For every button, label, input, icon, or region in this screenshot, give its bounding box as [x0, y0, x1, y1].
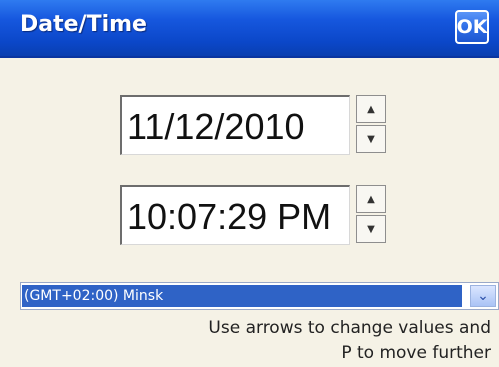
chevron-down-icon: ⌄: [477, 288, 489, 304]
spin-up-icon: ▲: [367, 193, 375, 205]
hint-line-2: P to move further: [341, 343, 491, 363]
hint-line-1: Use arrows to change values and: [208, 318, 491, 338]
time-spin-down-button[interactable]: ▼: [356, 215, 386, 243]
timezone-select[interactable]: (GMT+02:00) Minsk ⌄: [20, 282, 499, 310]
date-spin-down-button[interactable]: ▼: [356, 125, 386, 153]
date-value: 11/12/2010: [127, 106, 305, 147]
date-spin-up-button[interactable]: ▲: [356, 95, 386, 123]
date-time-window: Date/Time OK 11/12/2010 ▲ ▼ 10:07:29 PM …: [0, 0, 499, 367]
ok-button[interactable]: OK: [455, 10, 489, 44]
spin-down-icon: ▼: [367, 223, 375, 235]
time-spinner: ▲ ▼: [356, 185, 386, 245]
time-value: 10:07:29 PM: [127, 196, 332, 237]
title-bar: Date/Time OK: [0, 0, 499, 58]
date-spinner: ▲ ▼: [356, 95, 386, 155]
date-field[interactable]: 11/12/2010: [120, 95, 350, 155]
time-spin-up-button[interactable]: ▲: [356, 185, 386, 213]
timezone-selected-value: (GMT+02:00) Minsk: [22, 285, 462, 307]
hint-text: Use arrows to change values and P to mov…: [111, 316, 491, 366]
spin-up-icon: ▲: [367, 103, 375, 115]
time-field[interactable]: 10:07:29 PM: [120, 185, 350, 245]
spin-down-icon: ▼: [367, 133, 375, 145]
timezone-dropdown-button[interactable]: ⌄: [470, 285, 496, 307]
window-title: Date/Time: [20, 12, 147, 37]
